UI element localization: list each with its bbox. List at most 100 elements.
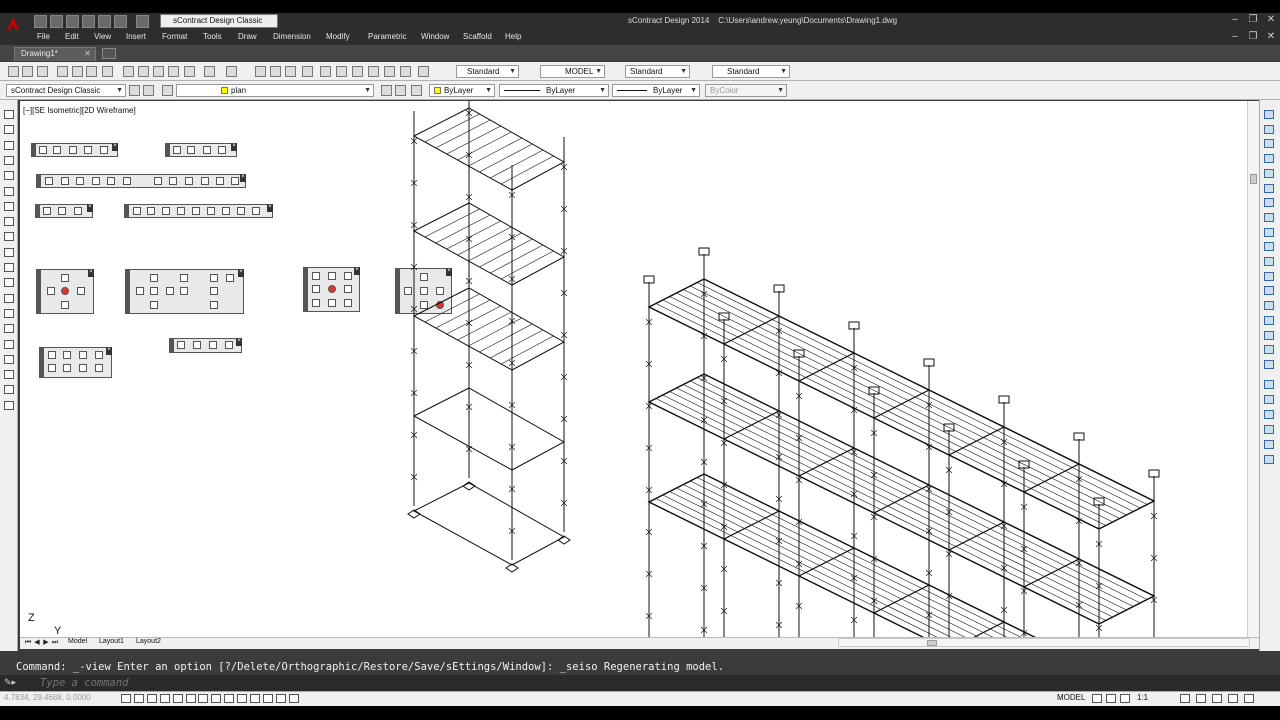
properties-icon[interactable] (320, 66, 331, 77)
open-icon[interactable] (22, 66, 33, 77)
close-icon[interactable]: ✕ (1264, 14, 1278, 26)
open-icon[interactable] (50, 15, 63, 28)
quick-view-layouts-icon[interactable] (1092, 694, 1102, 703)
doc-minimize-icon[interactable]: – (1228, 31, 1242, 43)
table-style-select[interactable]: Standard ▼ (625, 65, 690, 78)
mirror-icon[interactable] (1264, 139, 1274, 149)
menu-window[interactable]: Window (421, 32, 449, 41)
mtext-icon[interactable] (4, 385, 14, 395)
menu-parametric[interactable]: Parametric (368, 32, 407, 41)
tab-layout1[interactable]: Layout1 (99, 638, 124, 645)
menu-edit[interactable]: Edit (65, 32, 79, 41)
first-tab-icon[interactable]: ⏮ (24, 639, 32, 647)
calc-icon[interactable] (400, 66, 411, 77)
chamfer-icon[interactable] (1264, 315, 1274, 325)
new-icon[interactable] (34, 15, 47, 28)
lwt-toggle[interactable] (237, 694, 248, 703)
new-tab-icon[interactable] (102, 48, 116, 59)
tab-drawing1[interactable]: Drawing1* ✕ (14, 47, 96, 61)
copy-icon[interactable] (138, 66, 149, 77)
trim-icon[interactable] (1264, 242, 1274, 252)
move-icon[interactable] (1264, 183, 1274, 193)
workspace-switcher[interactable]: sContract Design Classic (160, 14, 278, 28)
polyline-icon[interactable] (4, 140, 14, 150)
cut-icon[interactable] (123, 66, 134, 77)
sc-toggle[interactable] (275, 694, 286, 703)
color-select[interactable]: ByLayer ▼ (429, 84, 495, 97)
next-tab-icon[interactable]: ▶ (42, 639, 50, 647)
horizontal-scroll-thumb[interactable] (927, 640, 937, 646)
layout-select[interactable]: MODEL ▼ (540, 65, 605, 78)
menu-format[interactable]: Format (162, 32, 187, 41)
region-icon[interactable] (4, 354, 14, 364)
array-icon[interactable] (1264, 168, 1274, 178)
ellipse-arc-icon[interactable] (4, 263, 14, 272)
stretch-icon[interactable] (1264, 227, 1274, 237)
hatch-back-icon[interactable] (1264, 455, 1274, 464)
3dosnap-toggle[interactable] (185, 694, 196, 703)
snap-toggle[interactable] (121, 694, 131, 703)
break-at-point-icon[interactable] (1264, 271, 1274, 281)
extend-icon[interactable] (1264, 257, 1274, 266)
text-front-icon[interactable] (1264, 440, 1274, 449)
rectangle-icon[interactable] (4, 171, 14, 181)
polar-toggle[interactable] (159, 694, 170, 703)
spline-icon[interactable] (4, 232, 14, 242)
save-as-icon[interactable] (82, 15, 95, 28)
help-icon[interactable] (418, 66, 429, 77)
break-icon[interactable] (1264, 286, 1274, 296)
multileader-style-select[interactable]: Standard ▼ (712, 65, 790, 78)
insert-block-icon[interactable] (4, 278, 14, 288)
linetype-select[interactable]: ByLayer ▼ (499, 84, 609, 97)
menu-modify[interactable]: Modify (326, 32, 350, 41)
menu-view[interactable]: View (94, 32, 111, 41)
table-icon[interactable] (4, 370, 14, 380)
zoom-previous-icon[interactable] (302, 66, 313, 77)
hardware-accel-icon[interactable] (1212, 694, 1222, 703)
undo-icon[interactable] (204, 66, 215, 77)
save-icon[interactable] (37, 66, 48, 77)
menu-insert[interactable]: Insert (126, 32, 146, 41)
layer-state-icon[interactable] (411, 85, 422, 96)
line-icon[interactable] (4, 110, 14, 119)
draworder-front-icon[interactable] (1264, 380, 1274, 389)
matchprop-icon[interactable] (168, 66, 179, 77)
text-style-select[interactable]: Standard ▼ (456, 65, 519, 78)
layer-select[interactable]: plan ▼ (176, 84, 374, 97)
tab-layout2[interactable]: Layout2 (136, 638, 161, 645)
join-icon[interactable] (1264, 301, 1274, 311)
draworder-below-icon[interactable] (1264, 425, 1274, 434)
sheetset-icon[interactable] (368, 66, 379, 77)
menu-draw[interactable]: Draw (238, 32, 257, 41)
xline-icon[interactable] (4, 125, 14, 135)
otrack-toggle[interactable] (198, 694, 209, 703)
ellipse-icon[interactable] (4, 247, 14, 257)
am-toggle[interactable] (288, 694, 299, 703)
erase-icon[interactable] (1264, 110, 1274, 119)
workspace-settings-icon[interactable] (129, 85, 140, 96)
plot-icon[interactable] (57, 66, 68, 77)
polygon-icon[interactable] (4, 155, 14, 165)
layer-properties-icon[interactable] (162, 85, 173, 96)
undo-icon[interactable] (114, 15, 127, 28)
circle-icon[interactable] (4, 201, 14, 211)
menu-scaffold[interactable]: Scaffold (463, 32, 492, 41)
restore-icon[interactable]: ❐ (1246, 14, 1260, 26)
point-icon[interactable] (4, 308, 14, 318)
quick-view-drawings-icon[interactable] (1106, 694, 1116, 703)
draworder-above-icon[interactable] (1264, 410, 1274, 419)
menu-dimension[interactable]: Dimension (273, 32, 311, 41)
explode-icon[interactable] (1264, 359, 1274, 369)
vertical-scrollbar[interactable] (1247, 101, 1259, 637)
doc-restore-icon[interactable]: ❐ (1246, 31, 1260, 43)
model-space-button[interactable]: MODEL (1057, 693, 1085, 702)
draworder-back-icon[interactable] (1264, 395, 1274, 404)
revcloud-icon[interactable] (4, 217, 14, 227)
qp-toggle[interactable] (262, 694, 273, 703)
annotation-visibility-icon[interactable] (1120, 694, 1130, 703)
menu-tools[interactable]: Tools (203, 32, 222, 41)
paste-icon[interactable] (153, 66, 164, 77)
tab-close-icon[interactable]: ✕ (84, 48, 91, 60)
qnew-icon[interactable] (8, 66, 19, 77)
blockeditor-icon[interactable] (184, 66, 195, 77)
